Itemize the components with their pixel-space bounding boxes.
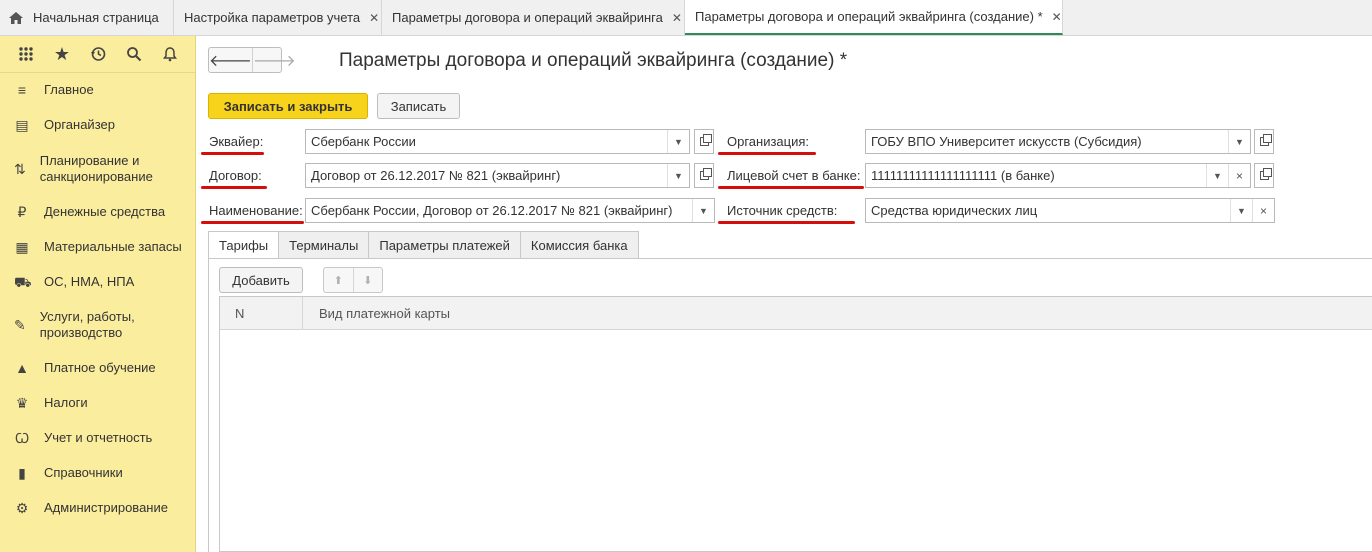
clipboard-icon: ▤: [15, 117, 29, 133]
tab-terminals[interactable]: Терминалы: [278, 231, 370, 258]
open-bank-account-button[interactable]: [1254, 163, 1274, 188]
name-label: Наименование:: [209, 203, 303, 218]
tab-label: Параметры договора и операций эквайринга…: [695, 9, 1043, 24]
card-types-table[interactable]: N Вид платежной карты: [219, 296, 1372, 552]
open-acquirer-button[interactable]: [694, 129, 714, 154]
tab-home[interactable]: Начальная страница: [0, 0, 174, 35]
sidebar-item-main[interactable]: ≡ Главное: [0, 82, 94, 98]
form-tabs: Тарифы Терминалы Параметры платежей Коми…: [208, 231, 639, 258]
history-nav: 🡐 🡒: [208, 47, 296, 73]
save-and-close-button[interactable]: Записать и закрыть: [208, 93, 368, 119]
organization-label: Организация:: [727, 134, 810, 149]
dropdown-arrow-icon[interactable]: ▼: [692, 199, 714, 222]
graduation-cap-icon: ▲: [15, 360, 29, 376]
forward-arrow-icon[interactable]: 🡒: [251, 48, 296, 72]
red-underline: [718, 221, 855, 224]
home-icon: [9, 11, 23, 24]
sidebar-item-inventory[interactable]: ▦ Материальные запасы: [0, 239, 181, 255]
bell-icon[interactable]: [152, 46, 188, 62]
red-underline: [718, 186, 864, 189]
contract-field[interactable]: Договор от 26.12.2017 № 821 (эквайринг) …: [305, 163, 690, 188]
clear-icon[interactable]: ×: [1252, 199, 1274, 222]
open-organization-button[interactable]: [1254, 129, 1274, 154]
tab-label: Параметры договора и операций эквайринга: [392, 10, 663, 25]
table-header: N Вид платежной карты: [220, 297, 1372, 330]
emblem-icon: ♛: [15, 395, 29, 411]
tools-icon: ✎: [14, 317, 26, 333]
column-header-n[interactable]: N: [220, 297, 303, 329]
sidebar-item-reporting[interactable]: Ꞷ Учет и отчетность: [0, 430, 153, 446]
tab-accounting-settings[interactable]: Настройка параметров учета ✕: [174, 0, 382, 35]
sidebar-item-organizer[interactable]: ▤ Органайзер: [0, 117, 115, 133]
move-buttons: ⬆ ⬇: [323, 267, 383, 293]
dropdown-arrow-icon[interactable]: ▼: [1206, 164, 1228, 187]
search-icon[interactable]: [116, 46, 152, 62]
funding-source-field[interactable]: Средства юридических лиц ▼ ×: [865, 198, 1275, 223]
sidebar-toolbar: ★: [0, 36, 195, 73]
tab-acquiring-params-create[interactable]: Параметры договора и операций эквайринга…: [685, 0, 1063, 35]
sidebar-item-services[interactable]: ✎ Услуги, работы, производство: [0, 309, 160, 341]
books-icon: ▮: [18, 465, 26, 481]
menu-icon: ≡: [17, 82, 27, 98]
acquirer-label: Эквайер:: [209, 134, 264, 149]
sidebar-item-assets[interactable]: ⛟ ОС, НМА, НПА: [0, 274, 134, 290]
bank-account-field[interactable]: 11111111111111111111 (в банке) ▼ ×: [865, 163, 1251, 188]
save-button[interactable]: Записать: [377, 93, 460, 119]
name-field[interactable]: Сбербанк России, Договор от 26.12.2017 №…: [305, 198, 715, 223]
organization-field[interactable]: ГОБУ ВПО Университет искусств (Субсидия)…: [865, 129, 1251, 154]
move-down-icon[interactable]: ⬇: [352, 268, 383, 292]
star-icon[interactable]: ★: [44, 44, 80, 65]
sidebar-item-references[interactable]: ▮ Справочники: [0, 465, 123, 481]
grid-icon: ▦: [15, 239, 29, 255]
tab-home-label: Начальная страница: [33, 10, 159, 25]
red-underline: [201, 221, 304, 224]
add-button[interactable]: Добавить: [219, 267, 303, 293]
sidebar-item-admin[interactable]: ⚙ Администрирование: [0, 500, 168, 516]
planning-icon: ⇅: [14, 161, 26, 177]
tab-label: Настройка параметров учета: [184, 10, 361, 25]
red-underline: [201, 186, 267, 189]
open-icon: [699, 134, 712, 146]
tab-acquiring-params[interactable]: Параметры договора и операций эквайринга…: [382, 0, 685, 35]
back-arrow-icon[interactable]: 🡐: [209, 48, 252, 72]
history-icon[interactable]: [80, 46, 116, 62]
open-contract-button[interactable]: [694, 163, 714, 188]
move-up-icon[interactable]: ⬆: [324, 268, 353, 292]
dropdown-arrow-icon[interactable]: ▼: [1228, 130, 1250, 153]
acquirer-field[interactable]: Сбербанк России ▼: [305, 129, 690, 154]
tab-payment-params[interactable]: Параметры платежей: [368, 231, 521, 258]
tab-tariffs[interactable]: Тарифы: [208, 231, 280, 258]
close-icon[interactable]: ✕: [672, 11, 682, 25]
sidebar-item-paid-education[interactable]: ▲ Платное обучение: [0, 360, 156, 376]
sidebar-item-taxes[interactable]: ♛ Налоги: [0, 395, 88, 411]
window-tab-bar: Начальная страница Настройка параметров …: [0, 0, 1372, 36]
gear-icon: ⚙: [15, 500, 29, 516]
sidebar-item-planning[interactable]: ⇅ Планирование и санкционирование: [0, 153, 180, 185]
open-icon: [699, 168, 712, 180]
bank-account-label: Лицевой счет в банке:: [727, 168, 861, 183]
dropdown-arrow-icon[interactable]: ▼: [1230, 199, 1252, 222]
contract-label: Договор:: [209, 168, 262, 183]
column-header-card-type[interactable]: Вид платежной карты: [303, 306, 450, 321]
open-icon: [1259, 134, 1272, 146]
accounting-icon: Ꞷ: [14, 430, 30, 446]
close-icon[interactable]: ✕: [369, 11, 379, 25]
open-icon: [1259, 168, 1272, 180]
tab-bank-commission[interactable]: Комиссия банка: [519, 231, 639, 258]
red-underline: [201, 152, 264, 155]
clear-icon[interactable]: ×: [1228, 164, 1250, 187]
dropdown-arrow-icon[interactable]: ▼: [667, 164, 689, 187]
sidebar-item-cash[interactable]: ₽ Денежные средства: [0, 204, 166, 220]
main-content: 🡐 🡒 Параметры договора и операций эквайр…: [197, 36, 1372, 552]
funding-source-label: Источник средств:: [727, 203, 838, 218]
ruble-icon: ₽: [17, 204, 27, 220]
page-title: Параметры договора и операций эквайринга…: [339, 50, 848, 71]
close-icon[interactable]: ✕: [1052, 10, 1062, 24]
sidebar: ★ ≡ Главное ▤ Органайзер ⇅ Планирование …: [0, 36, 196, 552]
truck-icon: ⛟: [14, 274, 32, 290]
red-underline: [718, 152, 816, 155]
apps-grid-icon[interactable]: [8, 46, 44, 62]
dropdown-arrow-icon[interactable]: ▼: [667, 130, 689, 153]
